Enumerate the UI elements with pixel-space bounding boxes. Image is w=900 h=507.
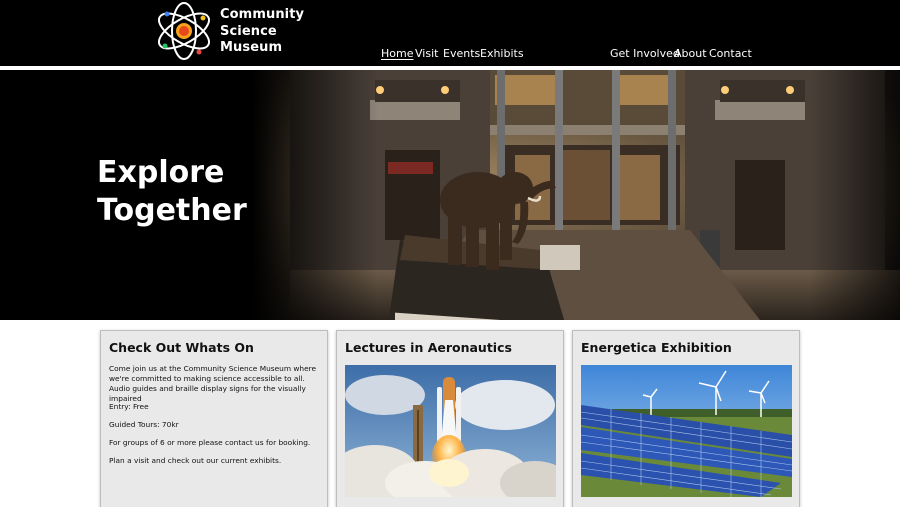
card-title: Lectures in Aeronautics: [345, 340, 512, 355]
card-groups-text: For groups of 6 or more please contact u…: [109, 438, 311, 447]
card-whats-on: Check Out Whats On Come join us at the C…: [100, 330, 328, 507]
hero-heading-line-2: Together: [97, 193, 247, 228]
brand-line-1: Community: [220, 7, 305, 22]
card-intro-text: Come join us at the Community Science Mu…: [109, 364, 317, 403]
card-energetica: Energetica Exhibition: [572, 330, 800, 507]
shuttle-launch-image[interactable]: [345, 365, 556, 497]
solar-wind-image[interactable]: [581, 365, 792, 497]
nav-about[interactable]: About: [674, 47, 707, 60]
atom-logo-icon[interactable]: [153, 2, 215, 60]
nav-get-involved[interactable]: Get Involved: [610, 47, 680, 60]
brand-line-3: Museum: [220, 40, 283, 55]
hero-heading-line-1: Explore: [97, 155, 225, 190]
card-entry-text: Entry: Free: [109, 402, 149, 411]
card-aeronautics: Lectures in Aeronautics: [336, 330, 564, 507]
site-header: Community Science Museum Home Visit Even…: [0, 0, 900, 66]
brand-name[interactable]: Community Science Museum: [220, 7, 304, 57]
hero-heading: Explore Together: [97, 154, 247, 230]
card-title: Check Out Whats On: [109, 340, 254, 355]
nav-home[interactable]: Home: [381, 47, 413, 60]
card-tours-text: Guided Tours: 70kr: [109, 420, 179, 429]
nav-contact[interactable]: Contact: [709, 47, 752, 60]
brand-line-2: Science: [220, 23, 277, 39]
hero-banner: Explore Together: [0, 70, 900, 320]
card-title: Energetica Exhibition: [581, 340, 732, 355]
card-plan-text: Plan a visit and check out our current e…: [109, 456, 282, 465]
nav-exhibits[interactable]: Exhibits: [480, 47, 524, 60]
nav-events[interactable]: Events: [443, 47, 480, 60]
nav-visit[interactable]: Visit: [415, 47, 438, 60]
